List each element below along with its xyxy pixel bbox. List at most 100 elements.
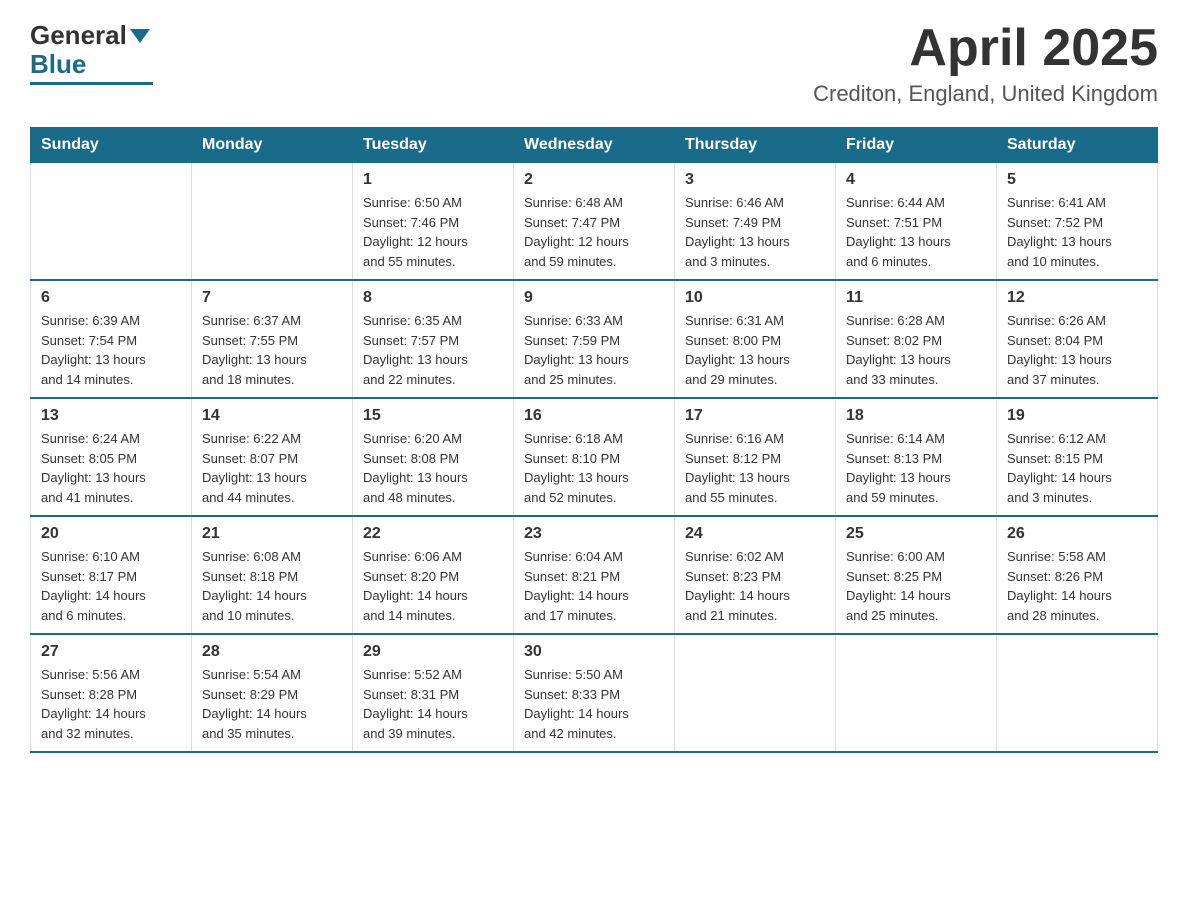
day-cell: 24 Sunrise: 6:02 AM Sunset: 8:23 PM Dayli…	[675, 516, 836, 634]
day-cell: 4Sunrise: 6:44 AM Sunset: 7:51 PM Daylig…	[836, 163, 997, 281]
day-cell: 21 Sunrise: 6:08 AM Sunset: 8:18 PM Dayli…	[192, 516, 353, 634]
day-info: Sunrise: 6:02 AM Sunset: 8:23 PM Dayligh…	[685, 547, 825, 625]
day-number: 13	[41, 407, 181, 425]
day-cell: 5 Sunrise: 6:41 AM Sunset: 7:52 PM Daylig…	[997, 163, 1158, 281]
day-number: 21	[202, 525, 342, 543]
day-info: Sunrise: 6:44 AM Sunset: 7:51 PM Dayligh…	[846, 193, 986, 271]
header-cell-sunday: Sunday	[31, 128, 192, 163]
day-info: Sunrise: 6:18 AM Sunset: 8:10 PM Dayligh…	[524, 429, 664, 507]
calendar-table: SundayMondayTuesdayWednesdayThursdayFrid…	[30, 127, 1158, 753]
day-cell: 27 Sunrise: 5:56 AM Sunset: 8:28 PM Dayli…	[31, 634, 192, 752]
header-row: SundayMondayTuesdayWednesdayThursdayFrid…	[31, 128, 1158, 163]
day-cell: 30 Sunrise: 5:50 AM Sunset: 8:33 PM Dayli…	[514, 634, 675, 752]
day-info: Sunrise: 6:33 AM Sunset: 7:59 PM Dayligh…	[524, 311, 664, 389]
day-info: Sunrise: 5:54 AM Sunset: 8:29 PM Dayligh…	[202, 665, 342, 743]
week-row-3: 13Sunrise: 6:24 AM Sunset: 8:05 PM Dayli…	[31, 398, 1158, 516]
day-info: Sunrise: 6:50 AM Sunset: 7:46 PM Dayligh…	[363, 193, 503, 271]
day-cell: 22 Sunrise: 6:06 AM Sunset: 8:20 PM Dayli…	[353, 516, 514, 634]
day-cell: 1Sunrise: 6:50 AM Sunset: 7:46 PM Daylig…	[353, 163, 514, 281]
day-info: Sunrise: 6:22 AM Sunset: 8:07 PM Dayligh…	[202, 429, 342, 507]
header-cell-tuesday: Tuesday	[353, 128, 514, 163]
month-title: April 2025	[813, 20, 1158, 77]
day-info: Sunrise: 6:06 AM Sunset: 8:20 PM Dayligh…	[363, 547, 503, 625]
location: Crediton, England, United Kingdom	[813, 81, 1158, 107]
day-number: 14	[202, 407, 342, 425]
day-cell: 6 Sunrise: 6:39 AM Sunset: 7:54 PM Daylig…	[31, 280, 192, 398]
day-number: 8	[363, 289, 503, 307]
week-row-2: 6 Sunrise: 6:39 AM Sunset: 7:54 PM Daylig…	[31, 280, 1158, 398]
day-cell: 8Sunrise: 6:35 AM Sunset: 7:57 PM Daylig…	[353, 280, 514, 398]
day-info: Sunrise: 6:46 AM Sunset: 7:49 PM Dayligh…	[685, 193, 825, 271]
day-cell: 10 Sunrise: 6:31 AM Sunset: 8:00 PM Dayli…	[675, 280, 836, 398]
day-number: 16	[524, 407, 664, 425]
day-number: 11	[846, 289, 986, 307]
day-number: 24	[685, 525, 825, 543]
day-number: 22	[363, 525, 503, 543]
header-cell-thursday: Thursday	[675, 128, 836, 163]
day-info: Sunrise: 6:08 AM Sunset: 8:18 PM Dayligh…	[202, 547, 342, 625]
day-number: 17	[685, 407, 825, 425]
header-cell-wednesday: Wednesday	[514, 128, 675, 163]
day-cell: 2 Sunrise: 6:48 AM Sunset: 7:47 PM Daylig…	[514, 163, 675, 281]
day-cell	[836, 634, 997, 752]
day-info: Sunrise: 6:48 AM Sunset: 7:47 PM Dayligh…	[524, 193, 664, 271]
week-row-1: 1Sunrise: 6:50 AM Sunset: 7:46 PM Daylig…	[31, 163, 1158, 281]
logo-arrow-icon	[130, 29, 150, 43]
header-cell-friday: Friday	[836, 128, 997, 163]
day-number: 20	[41, 525, 181, 543]
day-info: Sunrise: 6:12 AM Sunset: 8:15 PM Dayligh…	[1007, 429, 1147, 507]
day-info: Sunrise: 6:39 AM Sunset: 7:54 PM Dayligh…	[41, 311, 181, 389]
title-block: April 2025 Crediton, England, United Kin…	[813, 20, 1158, 107]
day-cell: 13Sunrise: 6:24 AM Sunset: 8:05 PM Dayli…	[31, 398, 192, 516]
day-number: 3	[685, 171, 825, 189]
week-row-5: 27 Sunrise: 5:56 AM Sunset: 8:28 PM Dayli…	[31, 634, 1158, 752]
day-cell: 28 Sunrise: 5:54 AM Sunset: 8:29 PM Dayli…	[192, 634, 353, 752]
day-info: Sunrise: 6:37 AM Sunset: 7:55 PM Dayligh…	[202, 311, 342, 389]
day-cell: 23 Sunrise: 6:04 AM Sunset: 8:21 PM Dayli…	[514, 516, 675, 634]
day-info: Sunrise: 6:41 AM Sunset: 7:52 PM Dayligh…	[1007, 193, 1147, 271]
day-cell: 7 Sunrise: 6:37 AM Sunset: 7:55 PM Daylig…	[192, 280, 353, 398]
week-row-4: 20 Sunrise: 6:10 AM Sunset: 8:17 PM Dayli…	[31, 516, 1158, 634]
day-info: Sunrise: 6:00 AM Sunset: 8:25 PM Dayligh…	[846, 547, 986, 625]
day-info: Sunrise: 5:50 AM Sunset: 8:33 PM Dayligh…	[524, 665, 664, 743]
day-number: 25	[846, 525, 986, 543]
day-cell: 9Sunrise: 6:33 AM Sunset: 7:59 PM Daylig…	[514, 280, 675, 398]
day-number: 7	[202, 289, 342, 307]
day-cell	[31, 163, 192, 281]
logo: General Blue	[30, 20, 153, 85]
day-number: 5	[1007, 171, 1147, 189]
day-info: Sunrise: 6:31 AM Sunset: 8:00 PM Dayligh…	[685, 311, 825, 389]
day-cell: 15Sunrise: 6:20 AM Sunset: 8:08 PM Dayli…	[353, 398, 514, 516]
day-number: 27	[41, 643, 181, 661]
day-cell: 14 Sunrise: 6:22 AM Sunset: 8:07 PM Dayli…	[192, 398, 353, 516]
day-info: Sunrise: 6:04 AM Sunset: 8:21 PM Dayligh…	[524, 547, 664, 625]
day-cell: 17 Sunrise: 6:16 AM Sunset: 8:12 PM Dayli…	[675, 398, 836, 516]
logo-underline	[30, 82, 153, 85]
day-number: 30	[524, 643, 664, 661]
logo-blue-text: Blue	[30, 49, 86, 80]
day-cell: 3 Sunrise: 6:46 AM Sunset: 7:49 PM Daylig…	[675, 163, 836, 281]
day-number: 2	[524, 171, 664, 189]
day-info: Sunrise: 5:56 AM Sunset: 8:28 PM Dayligh…	[41, 665, 181, 743]
day-cell: 12Sunrise: 6:26 AM Sunset: 8:04 PM Dayli…	[997, 280, 1158, 398]
page-header: General Blue April 2025 Crediton, Englan…	[30, 20, 1158, 107]
day-number: 28	[202, 643, 342, 661]
day-info: Sunrise: 5:58 AM Sunset: 8:26 PM Dayligh…	[1007, 547, 1147, 625]
day-cell	[192, 163, 353, 281]
day-number: 19	[1007, 407, 1147, 425]
day-info: Sunrise: 6:20 AM Sunset: 8:08 PM Dayligh…	[363, 429, 503, 507]
day-info: Sunrise: 6:26 AM Sunset: 8:04 PM Dayligh…	[1007, 311, 1147, 389]
day-cell: 29Sunrise: 5:52 AM Sunset: 8:31 PM Dayli…	[353, 634, 514, 752]
day-number: 23	[524, 525, 664, 543]
day-cell: 20 Sunrise: 6:10 AM Sunset: 8:17 PM Dayli…	[31, 516, 192, 634]
day-info: Sunrise: 6:28 AM Sunset: 8:02 PM Dayligh…	[846, 311, 986, 389]
day-number: 10	[685, 289, 825, 307]
day-info: Sunrise: 6:10 AM Sunset: 8:17 PM Dayligh…	[41, 547, 181, 625]
day-info: Sunrise: 6:14 AM Sunset: 8:13 PM Dayligh…	[846, 429, 986, 507]
day-info: Sunrise: 6:16 AM Sunset: 8:12 PM Dayligh…	[685, 429, 825, 507]
calendar-header: SundayMondayTuesdayWednesdayThursdayFrid…	[31, 128, 1158, 163]
day-info: Sunrise: 5:52 AM Sunset: 8:31 PM Dayligh…	[363, 665, 503, 743]
day-number: 6	[41, 289, 181, 307]
day-cell: 25 Sunrise: 6:00 AM Sunset: 8:25 PM Dayli…	[836, 516, 997, 634]
day-number: 26	[1007, 525, 1147, 543]
